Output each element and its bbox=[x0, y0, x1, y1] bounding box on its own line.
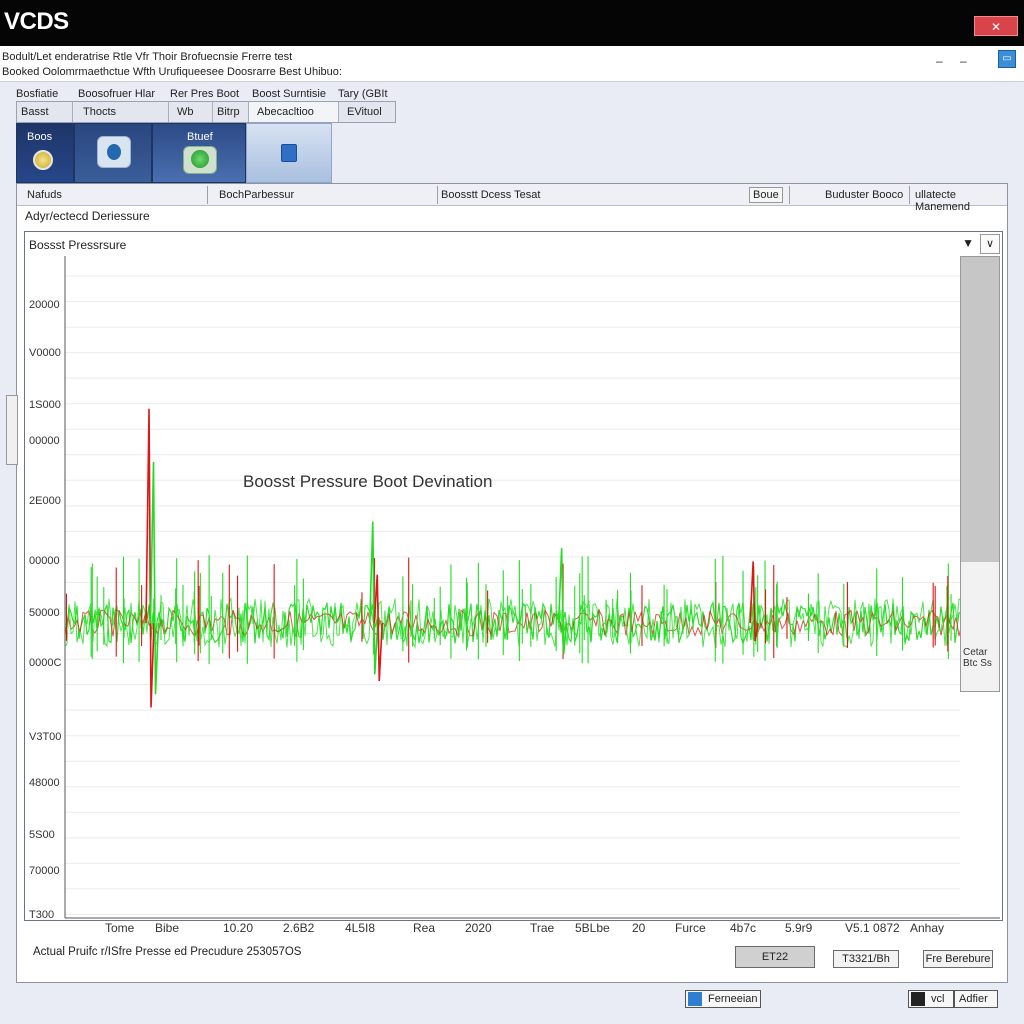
menu-item-boost-summary[interactable]: Boost Surntisie bbox=[252, 88, 326, 100]
tile-btuef[interactable]: Btuef bbox=[152, 123, 246, 183]
chart-panel: Bossst Pressrsure ▼ ∨ 20000 V0000 1S000 000… bbox=[24, 231, 1003, 935]
title-bar: VCDS ✕ bbox=[0, 0, 1024, 46]
column-ullatecte-manemend[interactable]: ullatecte Manemend bbox=[915, 189, 1007, 213]
major-spike bbox=[557, 548, 568, 655]
taskbar-button-ferneeian[interactable]: Ferneeian bbox=[685, 990, 761, 1008]
tile-label: Boos bbox=[27, 131, 53, 143]
green-gauge-icon bbox=[191, 150, 209, 168]
chart-title: Boosst Pressure Boot Devination bbox=[243, 472, 492, 491]
y-tick-label: 1S000 bbox=[29, 399, 61, 411]
y-tick-label: 2E000 bbox=[29, 495, 61, 507]
app-icon bbox=[911, 992, 925, 1006]
detail-label: Adyr/ectecd Deriessure bbox=[25, 209, 150, 223]
boost-pressure-chart: 20000 V0000 1S000 00000 2E000 00000 50000 0000C… bbox=[29, 256, 1000, 935]
column-nafuds[interactable]: Nafuds bbox=[27, 189, 62, 201]
x-tick-label: 4L5I8 bbox=[345, 921, 375, 935]
y-tick-label: T300 bbox=[29, 909, 54, 921]
x-tick-label: 5BLbe bbox=[575, 921, 610, 935]
x-tick-label: Anhay bbox=[910, 921, 944, 935]
x-tick-label: Rea bbox=[413, 921, 435, 935]
subheader-line-1: Bodult/Let enderatrise Rtle Vfr Thoir Br… bbox=[2, 51, 293, 63]
y-tick-label: 00000 bbox=[29, 435, 60, 447]
menu-bar: Bosfiatie Boosofruer Hlar Rer Pres Boot bbox=[10, 86, 248, 102]
x-tick-label: Tome bbox=[105, 921, 135, 935]
tab-evituol[interactable]: EVituol bbox=[339, 102, 395, 122]
column-divider bbox=[789, 186, 790, 204]
column-buduster-booco[interactable]: Buduster Booco bbox=[825, 189, 903, 201]
y-tick-label: 5S00 bbox=[29, 829, 55, 841]
y-tick-label: 00000 bbox=[29, 555, 60, 567]
x-tick-label: 10.20 bbox=[223, 921, 253, 935]
gauge-icon bbox=[33, 150, 53, 170]
x-tick-label: V5.1 0872 bbox=[845, 921, 900, 935]
menu-item-tary[interactable]: Tary (GBIt bbox=[338, 88, 388, 100]
y-tick-label: 48000 bbox=[29, 777, 60, 789]
tile-boos[interactable]: Boos bbox=[16, 123, 74, 183]
window-subheader: Bodult/Let enderatrise Rtle Vfr Thoir Br… bbox=[0, 46, 1024, 82]
minimize-button[interactable]: – bbox=[936, 54, 943, 68]
taskbar-button-vcl[interactable]: vcl bbox=[908, 990, 954, 1008]
x-tick-label: 5.9r9 bbox=[785, 921, 813, 935]
fre-berebure-button[interactable]: Fre Berebure bbox=[923, 950, 993, 968]
scroll-label-line-1: Cetar bbox=[963, 647, 988, 658]
x-tick-label: 2.6B2 bbox=[283, 921, 315, 935]
scroll-label-line-2: Btc Ss bbox=[963, 658, 992, 669]
menu-item[interactable]: Rer Pres Boot bbox=[170, 88, 239, 100]
menu-item[interactable]: Boosofruer Hlar bbox=[78, 88, 155, 100]
taskbar-label: Adfier bbox=[959, 993, 988, 1005]
y-tick-label: 20000 bbox=[29, 299, 60, 311]
tile-info[interactable] bbox=[246, 123, 332, 183]
column-boue-button[interactable]: Boue bbox=[749, 187, 783, 203]
tile-blue-drop[interactable] bbox=[74, 123, 152, 183]
menu-item[interactable]: Bosfiatie bbox=[16, 88, 58, 100]
close-button[interactable]: ✕ bbox=[974, 16, 1018, 36]
tab-wb[interactable]: Wb bbox=[169, 102, 213, 122]
taskbar-label: vcl bbox=[931, 993, 945, 1005]
column-bochparbessur[interactable]: BochParbessur bbox=[219, 189, 294, 201]
toolbar-tiles: Boos Btuef bbox=[16, 123, 332, 183]
window-app-icon[interactable]: ▭ bbox=[998, 50, 1016, 68]
x-tick-label: Trae bbox=[530, 921, 555, 935]
app-title: VCDS bbox=[4, 8, 69, 35]
scroll-label: Cetar Btc Ss bbox=[963, 647, 992, 669]
tab-abecacltioo[interactable]: Abecacltioo bbox=[249, 102, 339, 122]
column-header: Nafuds BochParbessur Boosstt Dcess Tesat… bbox=[17, 184, 1007, 213]
main-frame: Nafuds BochParbessur Boosstt Dcess Tesat… bbox=[16, 183, 1008, 983]
x-tick-label: 2020 bbox=[465, 921, 492, 935]
y-tick-label: V3T00 bbox=[29, 731, 61, 743]
tab-basst[interactable]: Basst bbox=[17, 102, 73, 122]
taskbar-button-adfier[interactable]: Adfier bbox=[954, 990, 998, 1008]
y-tick-label: V0000 bbox=[29, 347, 61, 359]
y-tick-label: 70000 bbox=[29, 865, 60, 877]
drop-icon bbox=[107, 144, 121, 160]
column-boost-dcess-test[interactable]: Boosstt Dcess Tesat bbox=[441, 189, 540, 201]
et22-button[interactable]: ET22 bbox=[735, 946, 815, 968]
column-divider bbox=[207, 186, 208, 204]
y-tick-label: 50000 bbox=[29, 607, 60, 619]
major-spike bbox=[145, 408, 155, 708]
tab-bar: Basst Thocts Wb Bitrp Abecacltioo EVituo… bbox=[16, 101, 396, 123]
x-tick-label: Furce bbox=[675, 921, 706, 935]
y-tick-label: 0000C bbox=[29, 657, 61, 669]
column-divider bbox=[437, 186, 438, 204]
x-tick-label: 4b7c bbox=[730, 921, 756, 935]
tab-thocts[interactable]: Thocts bbox=[73, 102, 169, 122]
t3321-button[interactable]: T3321/Bh bbox=[833, 950, 899, 968]
x-tick-label: 20 bbox=[632, 921, 646, 935]
tab-bitrp[interactable]: Bitrp bbox=[213, 102, 249, 122]
tile-label: Btuef bbox=[187, 131, 213, 143]
info-icon bbox=[281, 144, 297, 162]
vertical-scrollbar[interactable]: Cetar Btc Ss bbox=[960, 256, 1000, 692]
column-divider bbox=[909, 186, 910, 204]
subheader-line-2: Booked Oolomrmaethctue Wfth Urufiqueesee… bbox=[2, 66, 342, 78]
app-icon bbox=[688, 992, 702, 1006]
scrollbar-thumb[interactable] bbox=[961, 257, 999, 562]
status-text: Actual Pruifc r/ISfre Presse ed Precudur… bbox=[33, 946, 302, 958]
side-splitter[interactable] bbox=[6, 395, 18, 465]
x-tick-label: Bibe bbox=[155, 921, 179, 935]
taskbar-label: Ferneeian bbox=[708, 993, 758, 1005]
restore-button[interactable]: – bbox=[960, 54, 967, 68]
